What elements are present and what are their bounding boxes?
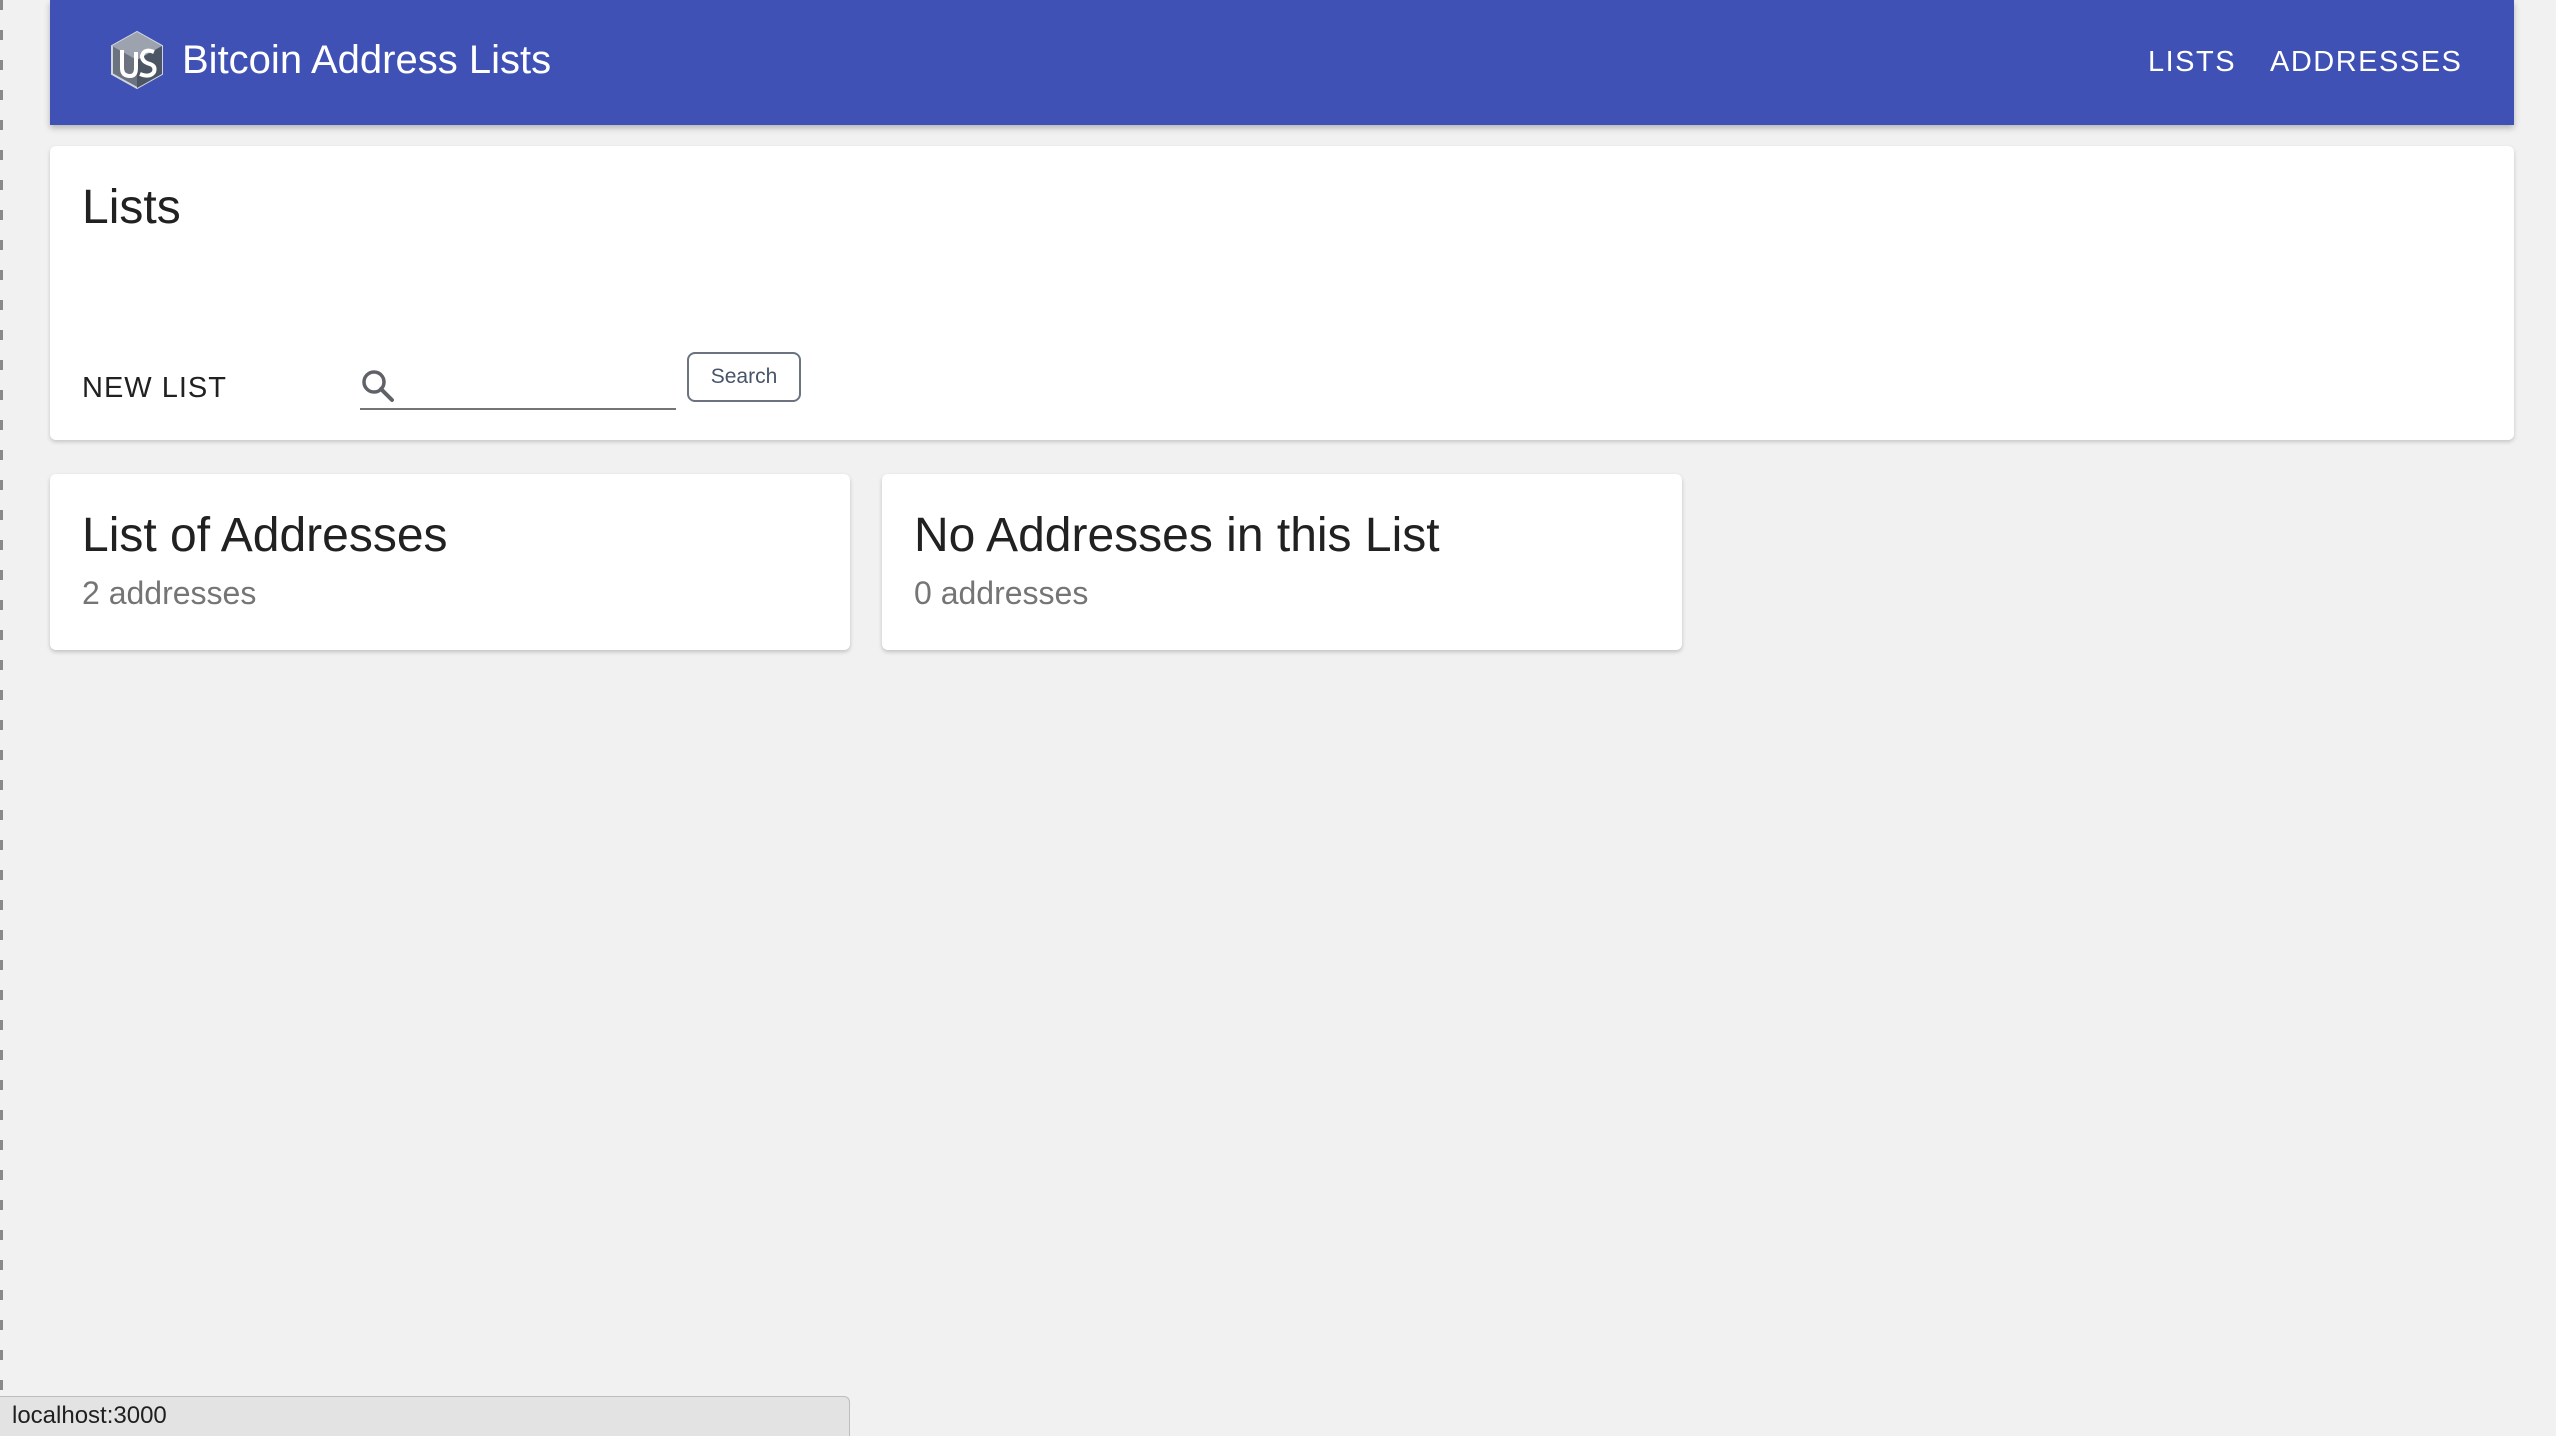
new-list-button[interactable]: NEW LIST — [82, 368, 227, 408]
list-card[interactable]: List of Addresses 2 addresses — [50, 474, 850, 650]
list-card-count: 0 addresses — [914, 575, 1089, 611]
nav-addresses-button[interactable]: ADDRESSES — [2270, 38, 2462, 86]
cube-logo-icon — [111, 30, 163, 90]
list-card[interactable]: No Addresses in this List 0 addresses — [882, 474, 1682, 650]
search-field — [360, 364, 676, 410]
window-edge — [0, 0, 3, 1436]
list-card-count: 2 addresses — [82, 575, 257, 611]
search-input[interactable] — [406, 366, 676, 406]
search-icon — [362, 370, 394, 402]
browser-status-bar: localhost:3000 — [0, 1396, 850, 1436]
list-card-title: No Addresses in this List — [914, 509, 1440, 562]
search-button[interactable]: Search — [687, 352, 801, 402]
page-title: Lists — [82, 181, 181, 234]
lists-panel: Lists NEW LIST Search — [50, 146, 2514, 440]
nav-lists-button[interactable]: LISTS — [2148, 38, 2236, 86]
app-title: Bitcoin Address Lists — [182, 38, 552, 82]
app-bar: Bitcoin Address Lists LISTS ADDRESSES — [50, 0, 2514, 125]
list-card-title: List of Addresses — [82, 509, 448, 562]
